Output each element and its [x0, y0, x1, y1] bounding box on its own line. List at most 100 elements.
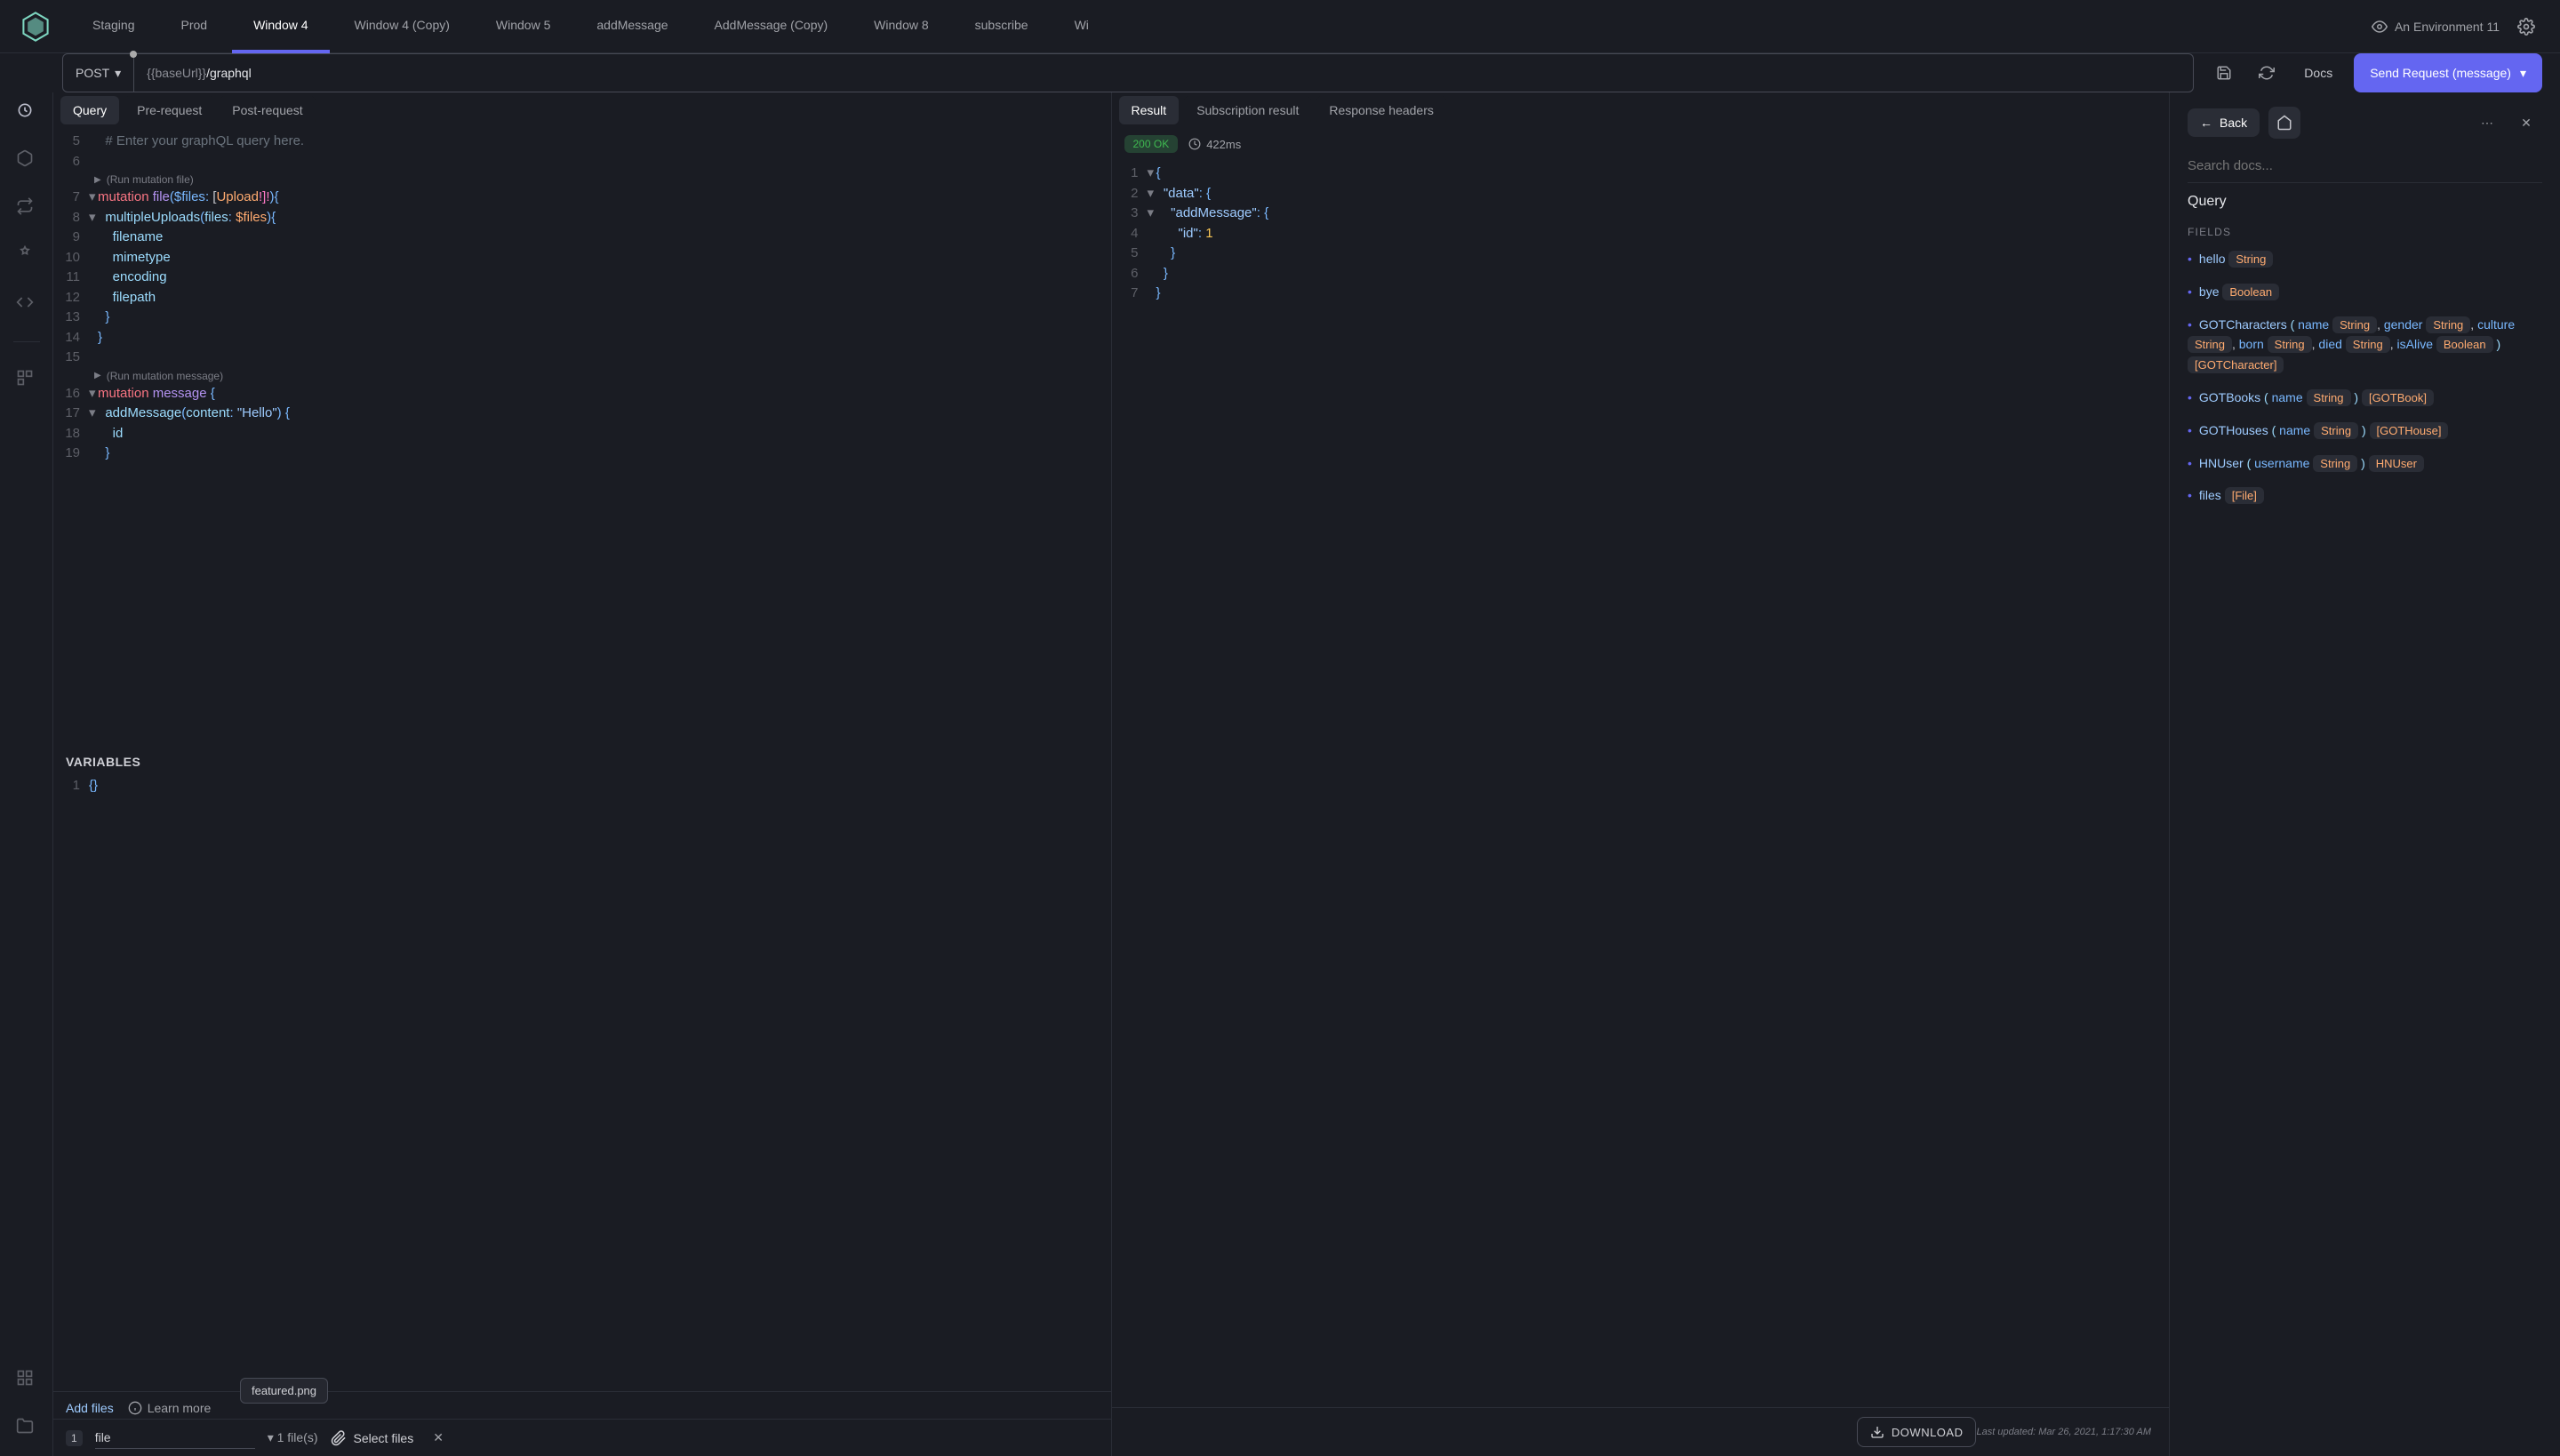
fold-toggle[interactable]: ▾ [89, 188, 98, 208]
url-input[interactable]: {{baseUrl}}/graphql [134, 53, 2194, 92]
run-hint[interactable]: (Run mutation message) [53, 368, 1111, 384]
window-tab[interactable]: Wi [1053, 0, 1110, 53]
download-button[interactable]: DOWNLOAD [1857, 1417, 1977, 1447]
file-chip[interactable]: featured.png [240, 1378, 328, 1404]
rail-code-icon[interactable] [16, 293, 37, 315]
window-tab[interactable]: subscribe [954, 0, 1050, 53]
fold-toggle[interactable]: ▾ [89, 208, 98, 228]
docs-close-button[interactable]: ✕ [2510, 107, 2542, 139]
window-tab[interactable]: Window 4 [232, 0, 329, 53]
docs-field-name[interactable]: GOTCharacters [2199, 317, 2287, 332]
info-icon [128, 1401, 142, 1415]
environment-name: An Environment 11 [2395, 20, 2500, 34]
remove-file-button[interactable]: ✕ [426, 1430, 451, 1445]
line-number: 18 [53, 424, 89, 444]
sub-tab[interactable]: Query [60, 96, 119, 124]
docs-return-type[interactable]: Boolean [2222, 284, 2279, 300]
variables-content: {} [89, 778, 98, 793]
sub-tab[interactable]: Pre-request [124, 96, 214, 124]
sub-tab[interactable]: Post-request [220, 96, 315, 124]
rail-history-icon[interactable] [16, 197, 37, 219]
docs-back-button[interactable]: ← Back [2188, 108, 2260, 137]
run-hint[interactable]: (Run mutation file) [53, 172, 1111, 188]
add-files-button[interactable]: Add files [66, 1401, 114, 1415]
variables-editor[interactable]: 1{} [53, 776, 1111, 1392]
docs-root-type[interactable]: Query [2188, 194, 2542, 210]
window-tab[interactable]: Staging [71, 0, 156, 53]
file-count-toggle[interactable]: ▾ 1 file(s) [268, 1430, 318, 1445]
docs-field[interactable]: •hello String [2188, 249, 2542, 269]
docs-search-input[interactable] [2188, 149, 2542, 183]
docs-section-label: Fields [2188, 226, 2542, 238]
docs-field-name[interactable]: hello [2199, 252, 2226, 266]
docs-return-type[interactable]: String [2228, 251, 2273, 268]
fold-toggle[interactable]: ▾ [89, 404, 98, 424]
window-tab[interactable]: AddMessage (Copy) [693, 0, 850, 53]
reload-schema-button[interactable] [2251, 57, 2283, 89]
docs-more-button[interactable]: ⋯ [2471, 107, 2503, 139]
variables-header[interactable]: VARIABLES [53, 748, 1111, 776]
learn-more-link[interactable]: Learn more [128, 1401, 212, 1415]
line-number: 7 [53, 188, 89, 208]
window-tab[interactable]: Prod [159, 0, 228, 53]
reload-icon [2259, 65, 2275, 81]
window-tab[interactable]: Window 8 [852, 0, 949, 53]
docs-field-name[interactable]: bye [2199, 284, 2220, 299]
code-line: "data": { [1156, 184, 1212, 204]
docs-field[interactable]: •GOTBooks ( name String ) [GOTBook] [2188, 388, 2542, 408]
docs-field[interactable]: •HNUser ( username String ) HNUser [2188, 453, 2542, 474]
http-method-selector[interactable]: POST ▾ [62, 53, 134, 92]
rail-plugins-icon[interactable] [16, 245, 37, 267]
window-tab[interactable]: Window 5 [475, 0, 572, 53]
window-tab[interactable]: Window 4 (Copy) [333, 0, 471, 53]
docs-return-type[interactable]: [GOTCharacter] [2188, 356, 2284, 373]
select-files-button[interactable]: Select files [331, 1430, 414, 1446]
docs-field[interactable]: •bye Boolean [2188, 282, 2542, 302]
line-number: 6 [1112, 264, 1148, 284]
rail-dial-icon[interactable] [16, 101, 37, 123]
fold-toggle[interactable]: ▾ [1148, 204, 1156, 224]
docs-return-type[interactable]: [File] [2225, 487, 2264, 504]
docs-field-name[interactable]: GOTBooks [2199, 390, 2260, 404]
app-logo[interactable] [18, 9, 53, 44]
docs-return-type[interactable]: [GOTHouse] [2370, 422, 2449, 439]
window-tab[interactable]: addMessage [575, 0, 689, 53]
code-line: addMessage(content: "Hello") { [98, 404, 290, 424]
docs-return-type[interactable]: HNUser [2369, 455, 2424, 472]
code-line: mutation message { [98, 384, 215, 404]
docs-field-name[interactable]: files [2199, 488, 2221, 502]
environment-selector[interactable]: An Environment 11 [2361, 19, 2510, 35]
sub-tab[interactable]: Response headers [1316, 96, 1446, 124]
fold-toggle[interactable]: ▾ [1148, 184, 1156, 204]
send-request-button[interactable]: Send Request (message) ▾ [2354, 53, 2542, 92]
sub-tab[interactable]: Subscription result [1184, 96, 1311, 124]
docs-field-name[interactable]: GOTHouses [2199, 423, 2268, 437]
settings-button[interactable] [2510, 11, 2542, 43]
rail-folder-icon[interactable] [16, 1417, 37, 1438]
line-number: 11 [53, 268, 89, 288]
fold-toggle[interactable]: ▾ [89, 384, 98, 404]
gear-icon [2517, 18, 2535, 36]
rail-extensions-icon[interactable] [16, 369, 37, 390]
save-button[interactable] [2208, 57, 2240, 89]
code-line: filename [98, 228, 163, 248]
file-index-badge: 1 [66, 1430, 83, 1446]
docs-field[interactable]: •GOTHouses ( name String ) [GOTHouse] [2188, 420, 2542, 441]
docs-toggle[interactable]: Docs [2293, 66, 2343, 80]
result-viewer[interactable]: 1▾{2▾ "data": {3▾ "addMessage": {4 "id":… [1112, 160, 2170, 1407]
docs-fields-list: •hello String •bye Boolean •GOTCharacters … [2188, 249, 2542, 506]
line-number: 16 [53, 384, 89, 404]
sub-tab[interactable]: Result [1119, 96, 1180, 124]
docs-field[interactable]: •files [File] [2188, 485, 2542, 506]
rail-grid-icon[interactable] [16, 1369, 37, 1390]
docs-field[interactable]: •GOTCharacters ( name String, gender Str… [2188, 315, 2542, 375]
query-editor[interactable]: 5 # Enter your graphQL query here.6(Run … [53, 128, 1111, 748]
docs-return-type[interactable]: [GOTBook] [2362, 389, 2434, 406]
rail-box-icon[interactable] [16, 149, 37, 171]
docs-field-name[interactable]: HNUser [2199, 456, 2244, 470]
fold-toggle[interactable]: ▾ [1148, 164, 1156, 184]
code-line: multipleUploads(files: $files){ [98, 208, 276, 228]
chevron-down-icon: ▾ [2520, 66, 2526, 81]
docs-home-button[interactable] [2268, 107, 2300, 139]
file-name-input[interactable]: file [95, 1427, 255, 1449]
